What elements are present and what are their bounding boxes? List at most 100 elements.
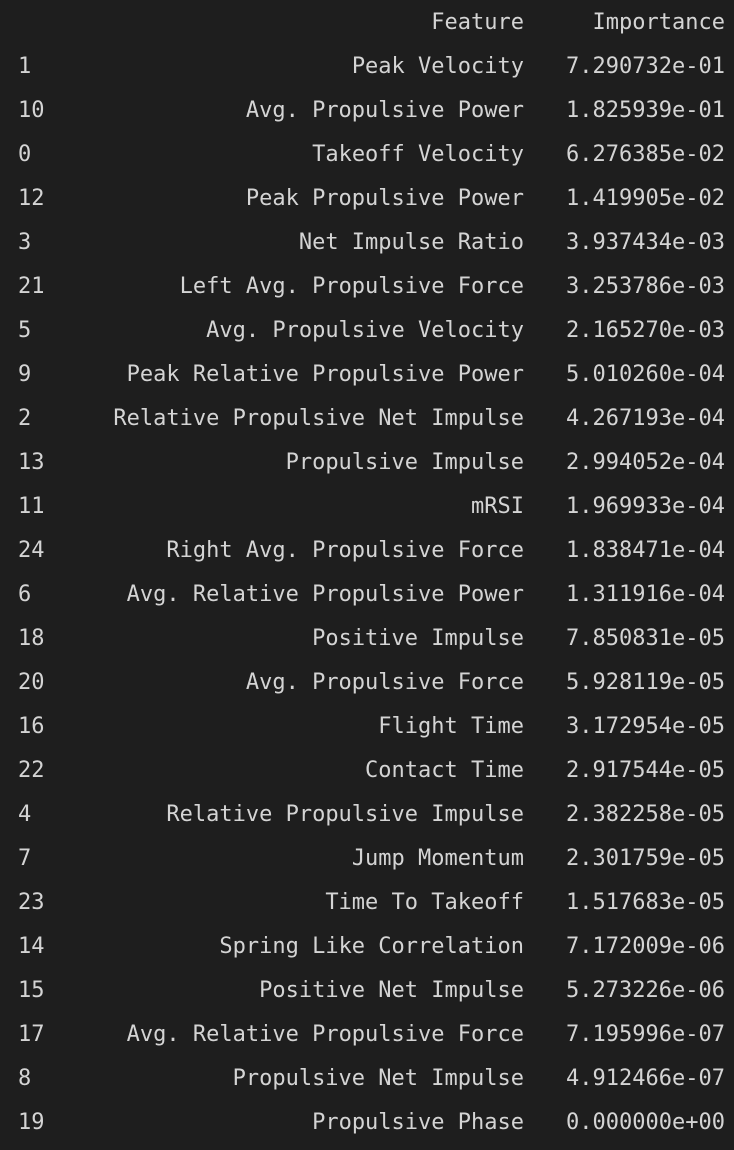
dataframe-output: Feature Importance 1 Peak Velocity 7.29073…	[0, 0, 734, 1150]
table-row: 6 Avg. Relative Propulsive Power 1.311916e…	[0, 573, 734, 617]
feature-name: Peak Relative Propulsive Power	[126, 362, 524, 387]
row-index: 24	[18, 538, 45, 563]
importance-value: 2.382258e-05	[566, 802, 725, 827]
feature-name: Avg. Propulsive Force	[245, 670, 524, 695]
importance-value: 7.172009e-06	[566, 934, 725, 959]
importance-value: 5.010260e-04	[566, 362, 725, 387]
table-row: 5 Avg. Propulsive Velocity 2.165270e-03	[0, 309, 734, 353]
row-index: 0	[18, 142, 32, 167]
feature-name: Propulsive Phase	[312, 1110, 524, 1135]
feature-name: Peak Velocity	[351, 54, 524, 79]
table-row: 22 Contact Time 2.917544e-05	[0, 749, 734, 793]
table-row: 18 Positive Impulse 7.850831e-05	[0, 617, 734, 661]
importance-value: 7.290732e-01	[566, 54, 725, 79]
feature-name: Avg. Relative Propulsive Power	[126, 582, 524, 607]
importance-value: 1.517683e-05	[566, 890, 725, 915]
importance-value: 2.301759e-05	[566, 846, 725, 871]
importance-value: 1.838471e-04	[566, 538, 725, 563]
table-row: 16 Flight Time 3.172954e-05	[0, 705, 734, 749]
table-row: 8 Propulsive Net Impulse 4.912466e-07	[0, 1057, 734, 1101]
row-index: 15	[18, 978, 45, 1003]
row-index: 1	[18, 54, 32, 79]
feature-name: mRSI	[471, 494, 524, 519]
feature-name: Relative Propulsive Net Impulse	[113, 406, 524, 431]
row-index: 16	[18, 714, 45, 739]
table-row: 0 Takeoff Velocity 6.276385e-02	[0, 133, 734, 177]
feature-name: Peak Propulsive Power	[245, 186, 524, 211]
feature-name: Positive Net Impulse	[259, 978, 524, 1003]
table-row: 3 Net Impulse Ratio 3.937434e-03	[0, 221, 734, 265]
feature-name: Avg. Relative Propulsive Force	[126, 1022, 524, 1047]
table-row: 15 Positive Net Impulse 5.273226e-06	[0, 969, 734, 1013]
table-row: 11 mRSI 1.969933e-04	[0, 485, 734, 529]
feature-name: Spring Like Correlation	[219, 934, 524, 959]
importance-value: 2.165270e-03	[566, 318, 725, 343]
importance-value: 5.273226e-06	[566, 978, 725, 1003]
importance-value: 3.172954e-05	[566, 714, 725, 739]
importance-value: 0.000000e+00	[566, 1110, 725, 1135]
row-index: 19	[18, 1110, 45, 1135]
table-row: 20 Avg. Propulsive Force 5.928119e-05	[0, 661, 734, 705]
importance-value: 3.937434e-03	[566, 230, 725, 255]
table-row: 21 Left Avg. Propulsive Force 3.253786e-03	[0, 265, 734, 309]
row-index: 6	[18, 582, 32, 607]
table-row: 2 Relative Propulsive Net Impulse 4.267193…	[0, 397, 734, 441]
row-index: 23	[18, 890, 45, 915]
feature-name: Positive Impulse	[312, 626, 524, 651]
row-index: 17	[18, 1022, 45, 1047]
row-index: 14	[18, 934, 45, 959]
importance-value: 1.419905e-02	[566, 186, 725, 211]
table-row: 9 Peak Relative Propulsive Power 5.010260e…	[0, 353, 734, 397]
row-index: 2	[18, 406, 32, 431]
feature-name: Relative Propulsive Impulse	[166, 802, 524, 827]
table-row: 17 Avg. Relative Propulsive Force 7.195996…	[0, 1013, 734, 1057]
table-row: 7 Jump Momentum 2.301759e-05	[0, 837, 734, 881]
row-index: 9	[18, 362, 32, 387]
table-header: Feature Importance	[0, 1, 734, 45]
table-row: 14 Spring Like Correlation 7.172009e-06	[0, 925, 734, 969]
row-index: 21	[18, 274, 45, 299]
feature-name: Right Avg. Propulsive Force	[166, 538, 524, 563]
row-index: 13	[18, 450, 45, 475]
table-row: 10 Avg. Propulsive Power 1.825939e-01	[0, 89, 734, 133]
importance-value: 2.994052e-04	[566, 450, 725, 475]
row-index: 5	[18, 318, 32, 343]
column-header-feature: Feature	[431, 10, 524, 35]
feature-name: Time To Takeoff	[325, 890, 524, 915]
feature-name: Jump Momentum	[351, 846, 524, 871]
importance-value: 6.276385e-02	[566, 142, 725, 167]
column-header-importance: Importance	[592, 10, 725, 35]
importance-value: 4.912466e-07	[566, 1066, 725, 1091]
importance-value: 7.195996e-07	[566, 1022, 725, 1047]
table-row: 19 Propulsive Phase 0.000000e+00	[0, 1101, 734, 1145]
table-row: 1 Peak Velocity 7.290732e-01	[0, 45, 734, 89]
row-index: 8	[18, 1066, 32, 1091]
table-row: 4 Relative Propulsive Impulse 2.382258e-05	[0, 793, 734, 837]
row-index: 3	[18, 230, 32, 255]
row-index: 10	[18, 98, 45, 123]
row-index: 18	[18, 626, 45, 651]
feature-name: Avg. Propulsive Power	[245, 98, 524, 123]
feature-name: Left Avg. Propulsive Force	[179, 274, 524, 299]
table-row: 13 Propulsive Impulse 2.994052e-04	[0, 441, 734, 485]
table-row: 24 Right Avg. Propulsive Force 1.838471e-0…	[0, 529, 734, 573]
importance-value: 1.825939e-01	[566, 98, 725, 123]
row-index: 11	[18, 494, 45, 519]
row-index: 4	[18, 802, 32, 827]
feature-name: Avg. Propulsive Velocity	[206, 318, 524, 343]
importance-value: 1.311916e-04	[566, 582, 725, 607]
feature-name: Net Impulse Ratio	[298, 230, 524, 255]
table-row: 23 Time To Takeoff 1.517683e-05	[0, 881, 734, 925]
importance-value: 1.969933e-04	[566, 494, 725, 519]
row-index: 12	[18, 186, 45, 211]
feature-name: Flight Time	[378, 714, 524, 739]
feature-name: Contact Time	[365, 758, 524, 783]
row-index: 7	[18, 846, 32, 871]
importance-value: 3.253786e-03	[566, 274, 725, 299]
feature-name: Takeoff Velocity	[312, 142, 524, 167]
importance-value: 4.267193e-04	[566, 406, 725, 431]
feature-name: Propulsive Net Impulse	[232, 1066, 524, 1091]
feature-name: Propulsive Impulse	[285, 450, 524, 475]
row-index: 22	[18, 758, 45, 783]
importance-value: 2.917544e-05	[566, 758, 725, 783]
